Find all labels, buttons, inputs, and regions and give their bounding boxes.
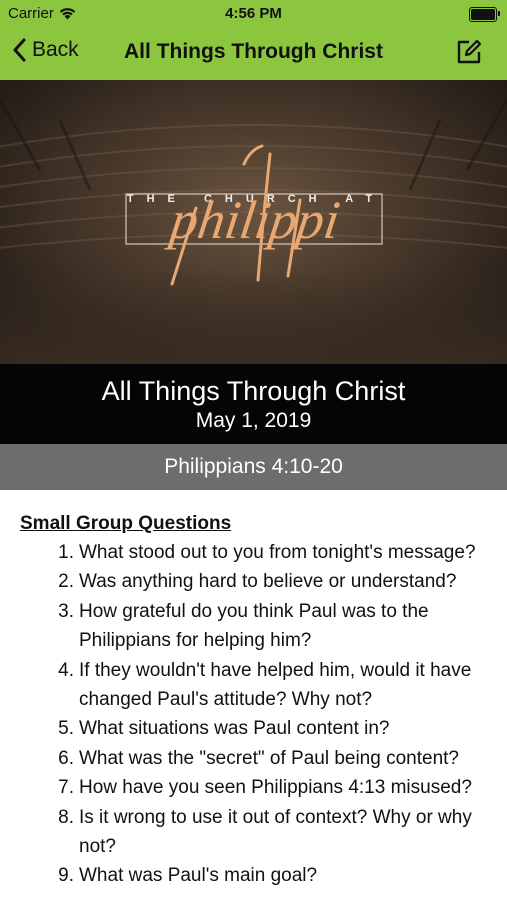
- sermon-header: All Things Through Christ May 1, 2019: [0, 364, 507, 444]
- question-text: How have you seen Philippians 4:13 misus…: [79, 777, 472, 799]
- navigation-bar: Carrier 4:56 PM Back All Things Through …: [0, 0, 507, 80]
- question-number: 3.: [58, 600, 74, 622]
- question-text: What was Paul's main goal?: [79, 865, 318, 887]
- question-item: 8. Is it wrong to use it out of context? …: [0, 803, 507, 862]
- sermon-detail-screen: Carrier 4:56 PM Back All Things Through …: [0, 0, 507, 900]
- questions-list: 1. What stood out to you from tonight's m…: [0, 538, 507, 891]
- status-bar: Carrier 4:56 PM: [0, 0, 507, 28]
- questions-heading: Small Group Questions: [20, 513, 232, 534]
- question-text: How grateful do you think Paul was to th…: [79, 600, 429, 652]
- sermon-title: All Things Through Christ: [101, 376, 406, 406]
- page-title: All Things Through Christ: [124, 40, 383, 63]
- question-item: 4. If they wouldn't have helped him, woul…: [0, 656, 507, 715]
- question-number: 8.: [58, 806, 74, 828]
- question-number: 2.: [58, 571, 74, 593]
- notes-button[interactable]: [455, 38, 483, 71]
- sermon-date: May 1, 2019: [195, 409, 312, 432]
- nav-header: Back All Things Through Christ: [0, 28, 507, 80]
- question-item: 6. What was the "secret" of Paul being co…: [0, 744, 507, 773]
- battery-icon: [469, 7, 500, 22]
- question-number: 5.: [58, 718, 74, 740]
- question-item: 1. What stood out to you from tonight's m…: [0, 538, 507, 567]
- question-number: 7.: [58, 777, 74, 799]
- compose-icon: [457, 39, 482, 64]
- question-number: 4.: [58, 659, 74, 681]
- scripture-reference-bar[interactable]: Philippians 4:10-20: [0, 444, 507, 490]
- question-item: 7. How have you seen Philippians 4:13 mis…: [0, 773, 507, 802]
- question-text: What stood out to you from tonight's mes…: [79, 542, 476, 563]
- questions-section: Small Group Questions 1. What stood out t…: [0, 490, 507, 900]
- question-item: 2. Was anything hard to believe or unders…: [0, 567, 507, 596]
- series-banner-image: THE CHURCH AT philippi: [0, 80, 507, 364]
- question-text: What situations was Paul content in?: [79, 718, 390, 740]
- question-number: 9.: [58, 865, 74, 887]
- question-text: What was the "secret" of Paul being cont…: [79, 747, 459, 769]
- scripture-reference: Philippians 4:10-20: [164, 455, 343, 478]
- question-text: Was anything hard to believe or understa…: [79, 571, 457, 593]
- question-number: 1.: [58, 542, 74, 563]
- question-number: 6.: [58, 747, 74, 769]
- question-item: 3. How grateful do you think Paul was to …: [0, 597, 507, 656]
- status-time: 4:56 PM: [225, 5, 282, 22]
- question-item: 9. What was Paul's main goal?: [0, 861, 507, 890]
- question-item: 5. What situations was Paul content in?: [0, 714, 507, 743]
- series-script-text: philippi: [163, 190, 343, 250]
- question-text: Is it wrong to use it out of context? Wh…: [79, 806, 472, 858]
- question-text: If they wouldn't have helped him, would …: [79, 659, 472, 711]
